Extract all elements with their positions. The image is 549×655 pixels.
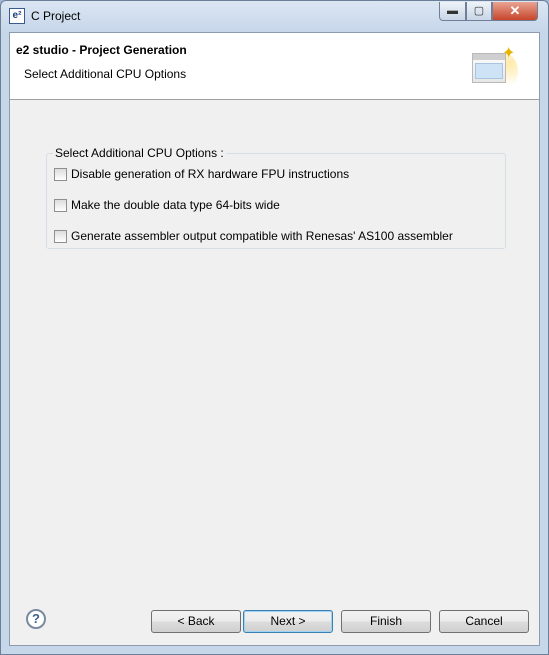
back-button[interactable]: < Back — [151, 610, 241, 633]
cancel-button[interactable]: Cancel — [439, 610, 529, 633]
option-label: Generate assembler output compatible wit… — [71, 229, 453, 243]
checkbox[interactable] — [54, 199, 67, 212]
group-label: Select Additional CPU Options : — [53, 146, 226, 160]
help-icon[interactable]: ? — [26, 609, 46, 629]
checkbox[interactable] — [54, 230, 67, 243]
option-label: Disable generation of RX hardware FPU in… — [71, 167, 350, 181]
page-subtitle: Select Additional CPU Options — [24, 67, 187, 81]
page-title: e2 studio - Project Generation — [16, 43, 187, 57]
dialog-content: e2 studio - Project Generation Select Ad… — [9, 32, 540, 646]
checkbox[interactable] — [54, 168, 67, 181]
maximize-button[interactable]: ▢ — [466, 2, 492, 21]
window-title: C Project — [31, 9, 81, 23]
wizard-header: e2 studio - Project Generation Select Ad… — [10, 33, 539, 100]
option-label: Make the double data type 64-bits wide — [71, 198, 280, 212]
close-button[interactable]: ✕ — [492, 2, 538, 21]
finish-button[interactable]: Finish — [341, 610, 431, 633]
title-bar[interactable]: e² C Project ▬ ▢ ✕ — [1, 1, 548, 31]
minimize-button[interactable]: ▬ — [439, 2, 466, 21]
next-button[interactable]: Next > — [243, 610, 333, 633]
cpu-options-group: Select Additional CPU Options : Disable … — [46, 146, 506, 249]
e2-studio-app-icon: e² — [9, 8, 25, 24]
wizard-banner-icon: ✦ — [472, 45, 518, 89]
dialog-window: e² C Project ▬ ▢ ✕ e2 studio - Project G… — [0, 0, 549, 655]
